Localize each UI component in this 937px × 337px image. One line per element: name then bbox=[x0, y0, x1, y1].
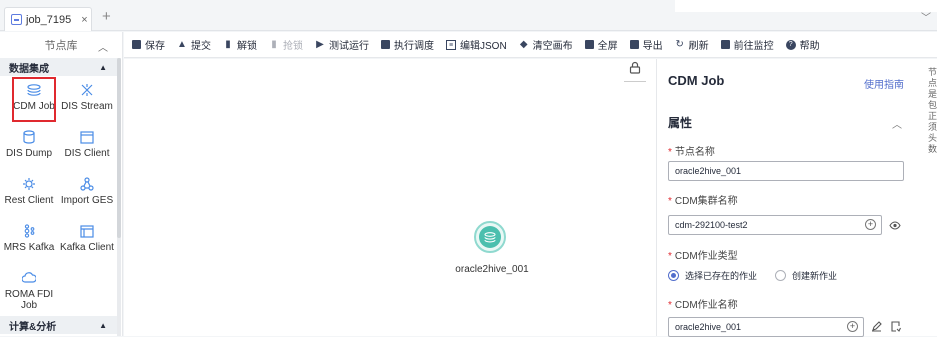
dis-client-icon bbox=[79, 130, 95, 144]
chevron-down-icon[interactable]: ﹀ bbox=[921, 9, 931, 24]
top-strip bbox=[675, 0, 937, 12]
group-compute-analysis[interactable]: 计算&分析 ▲ bbox=[0, 316, 117, 334]
toolbar: 保存 ▲ 提交 ▮ 解锁 ▮ 抢锁 ▶ 测试运行 执行调度 ≡ 编辑JSON ◆ 清空画布 … bbox=[124, 32, 937, 58]
job-type-radio-group: 选择已存在的作业 创建新作业 bbox=[668, 269, 837, 282]
group-data-integration[interactable]: 数据集成 ▲ bbox=[0, 58, 117, 76]
schedule-button[interactable]: 执行调度 bbox=[381, 37, 434, 52]
node-kafka-client[interactable]: Kafka Client bbox=[58, 217, 116, 264]
unlock-button[interactable]: ▮ 解锁 bbox=[223, 37, 257, 52]
submit-button[interactable]: ▲ 提交 bbox=[177, 37, 211, 52]
save-button[interactable]: 保存 bbox=[132, 37, 165, 52]
triangle-up-icon: ▲ bbox=[99, 320, 107, 330]
cloud-upload-icon: ▲ bbox=[177, 38, 187, 50]
export-button[interactable]: 导出 bbox=[629, 37, 663, 52]
node-name-label: * 节点名称 bbox=[668, 147, 715, 158]
canvas-node-label: oracle2hive_001 bbox=[455, 264, 529, 275]
grab-lock-button[interactable]: ▮ 抢锁 bbox=[269, 37, 303, 52]
node-dis-dump[interactable]: DIS Dump bbox=[0, 123, 58, 170]
section-title: 属性 bbox=[668, 116, 693, 130]
fullscreen-button[interactable]: 全屏 bbox=[584, 37, 618, 52]
lock-icon: ▮ bbox=[271, 38, 277, 50]
database-icon bbox=[479, 226, 501, 248]
canvas-lock[interactable] bbox=[620, 61, 650, 87]
padlock-icon bbox=[629, 61, 641, 77]
triangle-up-icon: ▲ bbox=[99, 62, 107, 72]
refresh-button[interactable]: ↻ 刷新 bbox=[675, 37, 708, 52]
radio-existing-job[interactable] bbox=[668, 270, 679, 281]
schedule-icon bbox=[381, 40, 390, 49]
fullscreen-icon bbox=[584, 40, 594, 49]
node-import-ges[interactable]: Import GES bbox=[58, 170, 116, 217]
node-grid: CDM Job DIS Stream DIS Dump DIS Client R… bbox=[0, 76, 122, 316]
node-dis-client[interactable]: DIS Client bbox=[58, 123, 116, 170]
add-circle-icon[interactable]: + bbox=[865, 219, 876, 230]
refresh-icon: ↻ bbox=[675, 38, 684, 50]
tab-bar: job_7195 × + ﹀ bbox=[0, 0, 937, 31]
rest-client-icon bbox=[21, 177, 37, 191]
help-icon: ? bbox=[785, 39, 796, 50]
test-run-button[interactable]: ▶ 测试运行 bbox=[315, 37, 369, 52]
dis-dump-icon bbox=[21, 130, 37, 144]
save-icon bbox=[132, 40, 141, 49]
node-roma-fdi-job[interactable]: ROMA FDI Job bbox=[0, 264, 58, 316]
edit-json-button[interactable]: ≡ 编辑JSON bbox=[446, 37, 507, 52]
add-tab-icon[interactable]: + bbox=[102, 8, 111, 25]
node-mrs-kafka[interactable]: MRS Kafka bbox=[0, 217, 58, 264]
monitor-button[interactable]: 前往监控 bbox=[720, 37, 774, 52]
unlock-icon: ▮ bbox=[225, 38, 231, 50]
job-type-label: * CDM作业类型 bbox=[668, 251, 738, 262]
workflow-canvas[interactable]: oracle2hive_001 bbox=[124, 59, 656, 336]
node-name-input[interactable]: oracle2hive_001 bbox=[668, 161, 904, 181]
eraser-icon: ◆ bbox=[519, 38, 528, 50]
open-job-icon[interactable] bbox=[890, 321, 901, 335]
node-library-scrollbar[interactable] bbox=[117, 58, 121, 336]
node-library-header: 节点库 ︿ bbox=[0, 32, 122, 58]
monitor-icon bbox=[720, 40, 730, 49]
help-button[interactable]: ? 帮助 bbox=[785, 37, 820, 52]
kafka-client-icon bbox=[79, 224, 95, 238]
tab-job[interactable]: job_7195 × bbox=[4, 7, 92, 31]
cluster-label: * CDM集群名称 bbox=[668, 196, 738, 207]
node-cdm-job[interactable]: CDM Job bbox=[11, 76, 57, 123]
cdm-job-icon bbox=[26, 83, 42, 97]
json-icon: ≡ bbox=[446, 39, 456, 50]
file-icon bbox=[11, 14, 22, 25]
guide-link[interactable]: 使用指南 bbox=[864, 76, 904, 91]
node-rest-client[interactable]: Rest Client bbox=[0, 170, 58, 217]
export-icon bbox=[629, 40, 639, 49]
canvas-node-cdm-job[interactable] bbox=[474, 221, 506, 253]
job-name-select[interactable]: oracle2hive_001 + bbox=[668, 317, 901, 337]
side-note: 节点是包 正须头数 bbox=[920, 59, 937, 336]
close-icon[interactable]: × bbox=[81, 14, 87, 26]
cluster-select[interactable]: cdm-292100-test2 + bbox=[668, 215, 901, 235]
import-ges-icon bbox=[79, 177, 95, 191]
eye-icon[interactable] bbox=[889, 219, 901, 233]
node-library-title: 节点库 bbox=[44, 40, 78, 52]
add-circle-icon[interactable]: + bbox=[847, 321, 858, 332]
clear-canvas-button[interactable]: ◆ 清空画布 bbox=[519, 37, 573, 52]
collapse-icon[interactable]: ︿ bbox=[98, 39, 108, 54]
dis-stream-icon bbox=[79, 83, 95, 97]
job-name-label: * CDM作业名称 bbox=[668, 300, 738, 311]
node-dis-stream[interactable]: DIS Stream bbox=[58, 76, 116, 123]
properties-panel: CDM Job 使用指南 属性 ︿ * 节点名称 oracle2hive_001 … bbox=[656, 59, 916, 337]
mrs-kafka-icon bbox=[21, 224, 37, 238]
play-icon: ▶ bbox=[316, 38, 324, 50]
roma-fdi-icon bbox=[21, 271, 37, 285]
radio-new-job[interactable] bbox=[775, 270, 787, 281]
tab-label: job_7195 bbox=[26, 13, 72, 26]
node-library-panel: 节点库 ︿ 数据集成 ▲ CDM Job DIS Stream DIS Dump bbox=[0, 32, 123, 336]
panel-title: CDM Job bbox=[668, 73, 725, 88]
section-collapse-icon[interactable]: ︿ bbox=[892, 116, 902, 131]
edit-icon[interactable] bbox=[871, 321, 882, 335]
